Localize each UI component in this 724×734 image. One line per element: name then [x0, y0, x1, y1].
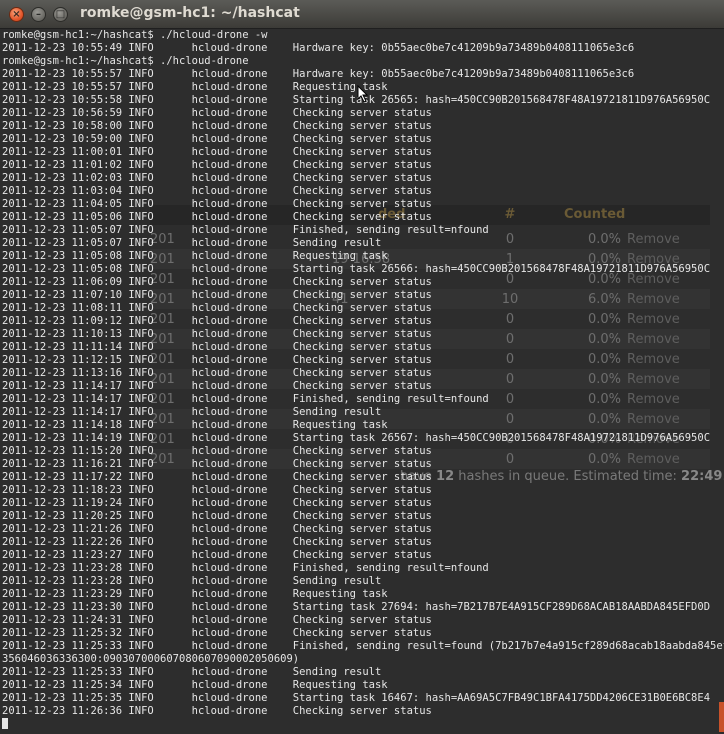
- terminal-line: 2011-12-23 11:23:29 INFO hcloud-drone Re…: [2, 588, 388, 600]
- terminal-line: 2011-12-23 11:17:22 INFO hcloud-drone Ch…: [2, 471, 432, 483]
- terminal-line: 2011-12-23 11:25:33 INFO hcloud-drone Se…: [2, 666, 382, 678]
- terminal-output-area[interactable]: ded # Counted 201 0 0.0% Remove 201 19 16:58 1…: [0, 29, 724, 734]
- terminal-line: romke@gsm-hc1:~/hashcat$ ./hcloud-drone: [2, 55, 249, 67]
- maximize-button[interactable]: □: [53, 7, 68, 22]
- terminal-line: 2011-12-23 11:00:01 INFO hcloud-drone Ch…: [2, 146, 432, 158]
- terminal-line: 2011-12-23 11:14:17 INFO hcloud-drone Se…: [2, 406, 382, 418]
- title-bar[interactable]: × – □ romke@gsm-hc1: ~/hashcat: [0, 0, 724, 29]
- terminal-line: 2011-12-23 11:06:09 INFO hcloud-drone Ch…: [2, 276, 432, 288]
- terminal-line: 2011-12-23 11:23:30 INFO hcloud-drone St…: [2, 601, 711, 613]
- terminal-line: 2011-12-23 10:59:00 INFO hcloud-drone Ch…: [2, 133, 432, 145]
- terminal-line: 2011-12-23 11:15:20 INFO hcloud-drone Ch…: [2, 445, 432, 457]
- terminal-line: 2011-12-23 11:05:08 INFO hcloud-drone St…: [2, 263, 711, 275]
- window-title: romke@gsm-hc1: ~/hashcat: [80, 5, 300, 21]
- minimize-button[interactable]: –: [31, 7, 46, 22]
- terminal-line: 2011-12-23 11:08:11 INFO hcloud-drone Ch…: [2, 302, 432, 314]
- terminal-line: 2011-12-23 11:12:15 INFO hcloud-drone Ch…: [2, 354, 432, 366]
- terminal-lines: romke@gsm-hc1:~/hashcat$ ./hcloud-drone …: [2, 29, 724, 731]
- terminal-line: 2011-12-23 11:23:27 INFO hcloud-drone Ch…: [2, 549, 432, 561]
- terminal-line: 2011-12-23 11:21:26 INFO hcloud-drone Ch…: [2, 523, 432, 535]
- terminal-line: 2011-12-23 10:55:49 INFO hcloud-drone Ha…: [2, 42, 635, 54]
- terminal-line: 2011-12-23 11:11:14 INFO hcloud-drone Ch…: [2, 341, 432, 353]
- mouse-pointer-icon: [357, 85, 369, 103]
- terminal-line: 2011-12-23 11:14:18 INFO hcloud-drone Re…: [2, 419, 388, 431]
- terminal-line: 2011-12-23 11:23:28 INFO hcloud-drone Se…: [2, 575, 382, 587]
- terminal-line: 2011-12-23 11:23:28 INFO hcloud-drone Fi…: [2, 562, 489, 574]
- terminal-line: 2011-12-23 11:03:04 INFO hcloud-drone Ch…: [2, 185, 432, 197]
- terminal-line: 2011-12-23 11:09:12 INFO hcloud-drone Ch…: [2, 315, 432, 327]
- terminal-line: 356046036336300:090307000607080607090002…: [2, 653, 300, 665]
- terminal-line: 2011-12-23 11:24:31 INFO hcloud-drone Ch…: [2, 614, 432, 626]
- close-icon: ×: [12, 9, 21, 20]
- terminal-line: 2011-12-23 11:05:08 INFO hcloud-drone Re…: [2, 250, 388, 262]
- terminal-line: 2011-12-23 11:16:21 INFO hcloud-drone Ch…: [2, 458, 432, 470]
- terminal-line: romke@gsm-hc1:~/hashcat$ ./hcloud-drone …: [2, 29, 268, 41]
- terminal-line: 2011-12-23 11:26:36 INFO hcloud-drone Ch…: [2, 705, 432, 717]
- terminal-line: 2011-12-23 11:25:34 INFO hcloud-drone Re…: [2, 679, 388, 691]
- terminal-line: 2011-12-23 11:01:02 INFO hcloud-drone Ch…: [2, 159, 432, 171]
- terminal-line: 2011-12-23 11:14:19 INFO hcloud-drone St…: [2, 432, 711, 444]
- terminal-line: 2011-12-23 11:14:17 INFO hcloud-drone Fi…: [2, 393, 489, 405]
- terminal-line: 2011-12-23 10:56:59 INFO hcloud-drone Ch…: [2, 107, 432, 119]
- terminal-line: 2011-12-23 11:05:07 INFO hcloud-drone Fi…: [2, 224, 489, 236]
- prompt-line[interactable]: [2, 718, 724, 731]
- terminal-line: 2011-12-23 11:22:26 INFO hcloud-drone Ch…: [2, 536, 432, 548]
- terminal-line: 2011-12-23 11:05:06 INFO hcloud-drone Ch…: [2, 211, 432, 223]
- terminal-line: 2011-12-23 11:20:25 INFO hcloud-drone Ch…: [2, 510, 432, 522]
- terminal-line: 2011-12-23 11:25:32 INFO hcloud-drone Ch…: [2, 627, 432, 639]
- terminal-line: 2011-12-23 11:04:05 INFO hcloud-drone Ch…: [2, 198, 432, 210]
- terminal-line: 2011-12-23 11:19:24 INFO hcloud-drone Ch…: [2, 497, 432, 509]
- terminal-line: 2011-12-23 11:02:03 INFO hcloud-drone Ch…: [2, 172, 432, 184]
- terminal-line: 2011-12-23 10:55:57 INFO hcloud-drone Ha…: [2, 68, 635, 80]
- terminal-line: 2011-12-23 11:10:13 INFO hcloud-drone Ch…: [2, 328, 432, 340]
- terminal-line: 2011-12-23 11:07:10 INFO hcloud-drone Ch…: [2, 289, 432, 301]
- terminal-line: 2011-12-23 11:25:35 INFO hcloud-drone St…: [2, 692, 711, 704]
- terminal-line: 2011-12-23 11:14:17 INFO hcloud-drone Ch…: [2, 380, 432, 392]
- minimize-icon: –: [36, 9, 41, 20]
- close-button[interactable]: ×: [9, 7, 24, 22]
- terminal-line: 2011-12-23 11:18:23 INFO hcloud-drone Ch…: [2, 484, 432, 496]
- terminal-line: 2011-12-23 10:58:00 INFO hcloud-drone Ch…: [2, 120, 432, 132]
- terminal-window: × – □ romke@gsm-hc1: ~/hashcat ded # Cou…: [0, 0, 724, 734]
- maximize-icon: □: [55, 9, 66, 20]
- text-cursor: [2, 718, 8, 729]
- terminal-line: 2011-12-23 11:13:16 INFO hcloud-drone Ch…: [2, 367, 432, 379]
- terminal-line: 2011-12-23 11:25:33 INFO hcloud-drone Fi…: [2, 640, 724, 652]
- terminal-line: 2011-12-23 11:05:07 INFO hcloud-drone Se…: [2, 237, 382, 249]
